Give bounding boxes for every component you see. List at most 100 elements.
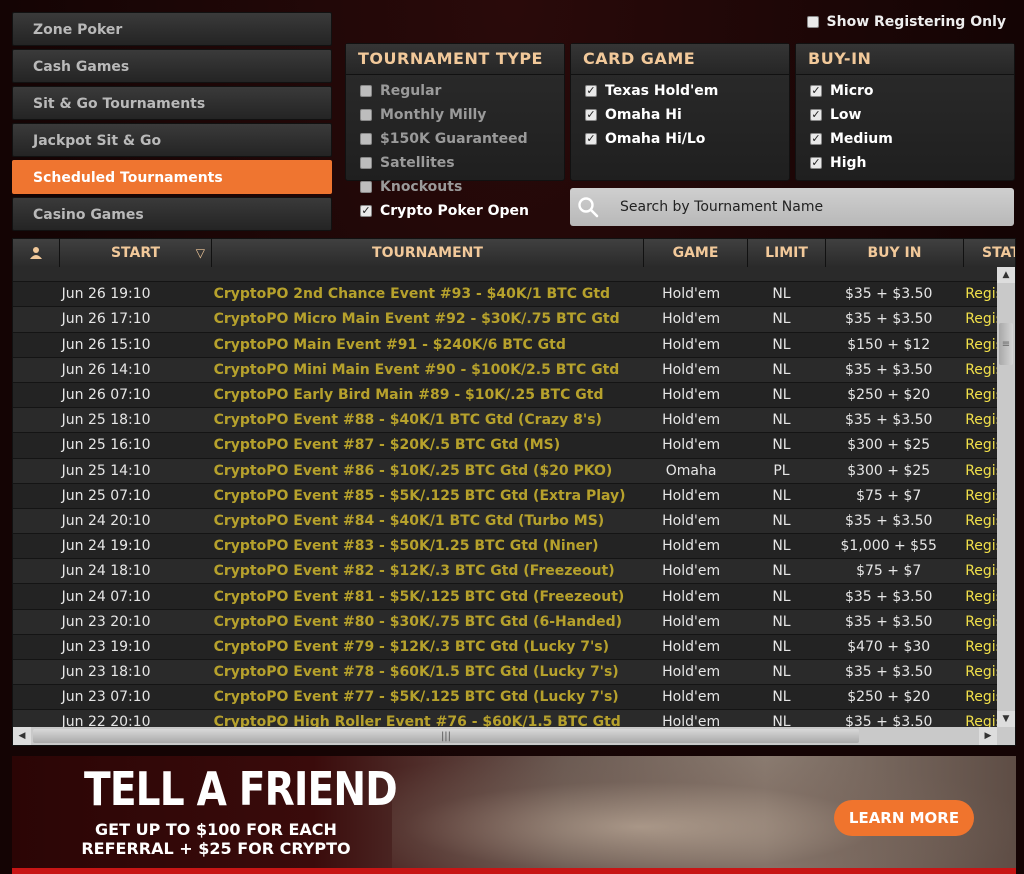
table-row[interactable]: Jun 23 20:10 CryptoPO Event #80 - $30K/.7… [13, 609, 997, 635]
cell-buy_in: $75 + $7 [856, 563, 922, 580]
filter-checkbox[interactable]: ✓ [585, 133, 597, 145]
table-row[interactable]: Jun 25 14:10 CryptoPO Event #86 - $10K/.2… [13, 458, 997, 484]
table-row[interactable]: Jun 25 07:10 CryptoPO Event #85 - $5K/.12… [13, 483, 997, 509]
cell-start: Jun 26 07:10 [61, 387, 151, 404]
cell-name[interactable]: CryptoPO 2nd Chance Event #93 - $40K/1 B… [211, 286, 640, 302]
filter-option-micro[interactable]: ✓ Micro [796, 79, 1014, 103]
filter-checkbox[interactable] [360, 109, 372, 121]
cell-name[interactable]: CryptoPO Event #77 - $5K/.125 BTC Gtd (L… [211, 689, 640, 705]
table-row[interactable]: Jun 26 17:10 CryptoPO Micro Main Event #9… [13, 307, 997, 333]
cell-name[interactable]: CryptoPO Event #85 - $5K/.125 BTC Gtd (E… [211, 488, 640, 504]
horizontal-scroll-thumb[interactable]: ||| [33, 729, 859, 743]
header-buy-in[interactable]: BUY IN [826, 239, 964, 267]
filter-option-medium[interactable]: ✓ Medium [796, 127, 1014, 151]
filter-option-satellites[interactable]: Satellites [346, 151, 564, 175]
filter-checkbox[interactable] [360, 85, 372, 97]
cell-name[interactable]: CryptoPO Main Event #91 - $240K/6 BTC Gt… [211, 337, 640, 353]
buy-in-panel: BUY-IN ✓ Micro ✓ Low ✓ Medium ✓ High [795, 43, 1015, 181]
cell-name[interactable]: CryptoPO Event #86 - $10K/.25 BTC Gtd ($… [211, 463, 640, 479]
tournament-search-box[interactable]: Search by Tournament Name [570, 188, 1014, 226]
filter-checkbox[interactable]: ✓ [585, 85, 597, 97]
table-row[interactable]: Jun 24 19:10 CryptoPO Event #83 - $50K/1.… [13, 534, 997, 560]
table-row[interactable]: Jun 26 15:10 CryptoPO Main Event #91 - $2… [13, 332, 997, 358]
cell-name[interactable]: CryptoPO Micro Main Event #92 - $30K/.75… [211, 311, 640, 327]
filter-option-omaha-hi[interactable]: ✓ Omaha Hi [571, 103, 789, 127]
search-icon[interactable] [570, 188, 606, 226]
filter-checkbox[interactable]: ✓ [810, 85, 822, 97]
cell-start: Jun 25 07:10 [61, 487, 151, 504]
scroll-left-arrow-icon[interactable]: ◀ [13, 727, 31, 745]
cell-name[interactable]: CryptoPO Event #84 - $40K/1 BTC Gtd (Tur… [211, 513, 640, 529]
scroll-up-arrow-icon[interactable]: ▲ [997, 267, 1015, 283]
header-person-icon-column[interactable] [13, 239, 60, 267]
nav-item-casino-games[interactable]: Casino Games [12, 197, 332, 231]
table-row[interactable]: Jun 23 19:10 CryptoPO Event #79 - $12K/.3… [13, 634, 997, 660]
header-tournament[interactable]: TOURNAMENT [212, 239, 644, 267]
nav-item-jackpot-sit-go[interactable]: Jackpot Sit & Go [12, 123, 332, 157]
table-row[interactable]: Jun 24 20:10 CryptoPO Event #84 - $40K/1 … [13, 508, 997, 535]
show-registering-only-toggle[interactable]: Show Registering Only [806, 14, 1006, 30]
filter-option-monthly-milly[interactable]: Monthly Milly [346, 103, 564, 127]
filter-option-knockouts[interactable]: Knockouts [346, 175, 564, 199]
header-status[interactable]: STATUS [964, 239, 1015, 267]
cell-name[interactable]: CryptoPO Event #80 - $30K/.75 BTC Gtd (6… [211, 614, 640, 630]
filter-option-regular[interactable]: Regular [346, 79, 564, 103]
horizontal-scrollbar[interactable]: ◀ ||| ▶ [13, 727, 1015, 745]
table-row[interactable]: Jun 24 07:10 CryptoPO Event #81 - $5K/.12… [13, 584, 997, 610]
cell-name[interactable]: CryptoPO Event #81 - $5K/.125 BTC Gtd (F… [211, 589, 640, 605]
filter-option--150k-guaranteed[interactable]: $150K Guaranteed [346, 127, 564, 151]
table-row[interactable]: Jun 25 16:10 CryptoPO Event #87 - $20K/.5… [13, 433, 997, 459]
filter-option-crypto-poker-open[interactable]: ✓ Crypto Poker Open [346, 199, 564, 223]
table-row[interactable]: Jun 26 07:10 CryptoPO Early Bird Main #89… [13, 382, 997, 409]
cell-name[interactable]: CryptoPO Early Bird Main #89 - $10K/.25 … [211, 387, 640, 403]
cell-limit: NL [772, 588, 791, 605]
filter-option-high[interactable]: ✓ High [796, 151, 1014, 175]
filter-checkbox[interactable]: ✓ [360, 205, 372, 217]
filter-option-label: Omaha Hi/Lo [605, 131, 706, 147]
table-row[interactable]: Jun 25 18:10 CryptoPO Event #88 - $40K/1 … [13, 408, 997, 434]
cell-name[interactable]: CryptoPO Event #87 - $20K/.5 BTC Gtd (MS… [211, 437, 640, 453]
header-start[interactable]: START ▽ [60, 239, 212, 267]
cell-name[interactable]: CryptoPO Event #88 - $40K/1 BTC Gtd (Cra… [211, 412, 640, 428]
show-registering-checkbox[interactable] [806, 16, 819, 28]
header-limit[interactable]: LIMIT [748, 239, 826, 267]
table-row[interactable]: Jun 23 07:10 CryptoPO Event #77 - $5K/.12… [13, 685, 997, 711]
filter-checkbox[interactable]: ✓ [810, 109, 822, 121]
tell-a-friend-banner[interactable]: TELL A FRIEND GET UP TO $100 FOR EACH RE… [12, 756, 1016, 874]
cell-name[interactable]: CryptoPO Event #79 - $12K/.3 BTC Gtd (Lu… [211, 639, 640, 655]
vertical-scrollbar[interactable]: ▲ ≡ ▼ [997, 267, 1015, 727]
filter-checkbox[interactable] [360, 133, 372, 145]
nav-item-scheduled-tournaments[interactable]: Scheduled Tournaments [12, 160, 332, 194]
table-row[interactable]: Jun 26 19:10 CryptoPO 2nd Chance Event #9… [13, 282, 997, 308]
cell-name[interactable]: CryptoPO Event #78 - $60K/1.5 BTC Gtd (L… [211, 664, 640, 680]
table-row[interactable]: Jun 24 18:10 CryptoPO Event #82 - $12K/.3… [13, 559, 997, 585]
table-row[interactable]: Jun 23 18:10 CryptoPO Event #78 - $60K/1.… [13, 660, 997, 686]
filter-checkbox[interactable]: ✓ [810, 157, 822, 169]
cell-game: Hold'em [662, 664, 721, 681]
cell-name[interactable]: CryptoPO Mini Main Event #90 - $100K/2.5… [211, 362, 640, 378]
cell-start: Jun 25 18:10 [61, 412, 151, 429]
cell-name[interactable]: CryptoPO Event #82 - $12K/.3 BTC Gtd (Fr… [211, 563, 640, 579]
filter-option-low[interactable]: ✓ Low [796, 103, 1014, 127]
filter-checkbox[interactable]: ✓ [585, 109, 597, 121]
scroll-right-arrow-icon[interactable]: ▶ [979, 727, 997, 745]
filter-checkbox[interactable] [360, 181, 372, 193]
header-game[interactable]: GAME [644, 239, 748, 267]
nav-item-zone-poker[interactable]: Zone Poker [12, 12, 332, 46]
filter-option-texas-hold-em[interactable]: ✓ Texas Hold'em [571, 79, 789, 103]
filter-checkbox[interactable]: ✓ [810, 133, 822, 145]
cell-name[interactable]: CryptoPO Event #83 - $50K/1.25 BTC Gtd (… [211, 538, 640, 554]
learn-more-button[interactable]: LEARN MORE [834, 800, 974, 836]
table-row[interactable]: Jun 26 14:10 CryptoPO Mini Main Event #90… [13, 357, 997, 383]
nav-item-sit-go-tournaments[interactable]: Sit & Go Tournaments [12, 86, 332, 120]
nav-item-cash-games[interactable]: Cash Games [12, 49, 332, 83]
cell-start: Jun 26 19:10 [61, 286, 151, 303]
cell-game: Hold'em [662, 311, 721, 328]
scroll-down-arrow-icon[interactable]: ▼ [997, 711, 1015, 727]
cell-start: Jun 23 19:10 [61, 638, 151, 655]
cell-buy_in: $150 + $12 [847, 336, 931, 353]
cell-limit: NL [772, 664, 791, 681]
filter-option-omaha-hi-lo[interactable]: ✓ Omaha Hi/Lo [571, 127, 789, 151]
filter-checkbox[interactable] [360, 157, 372, 169]
vertical-scroll-thumb[interactable]: ≡ [999, 323, 1013, 365]
